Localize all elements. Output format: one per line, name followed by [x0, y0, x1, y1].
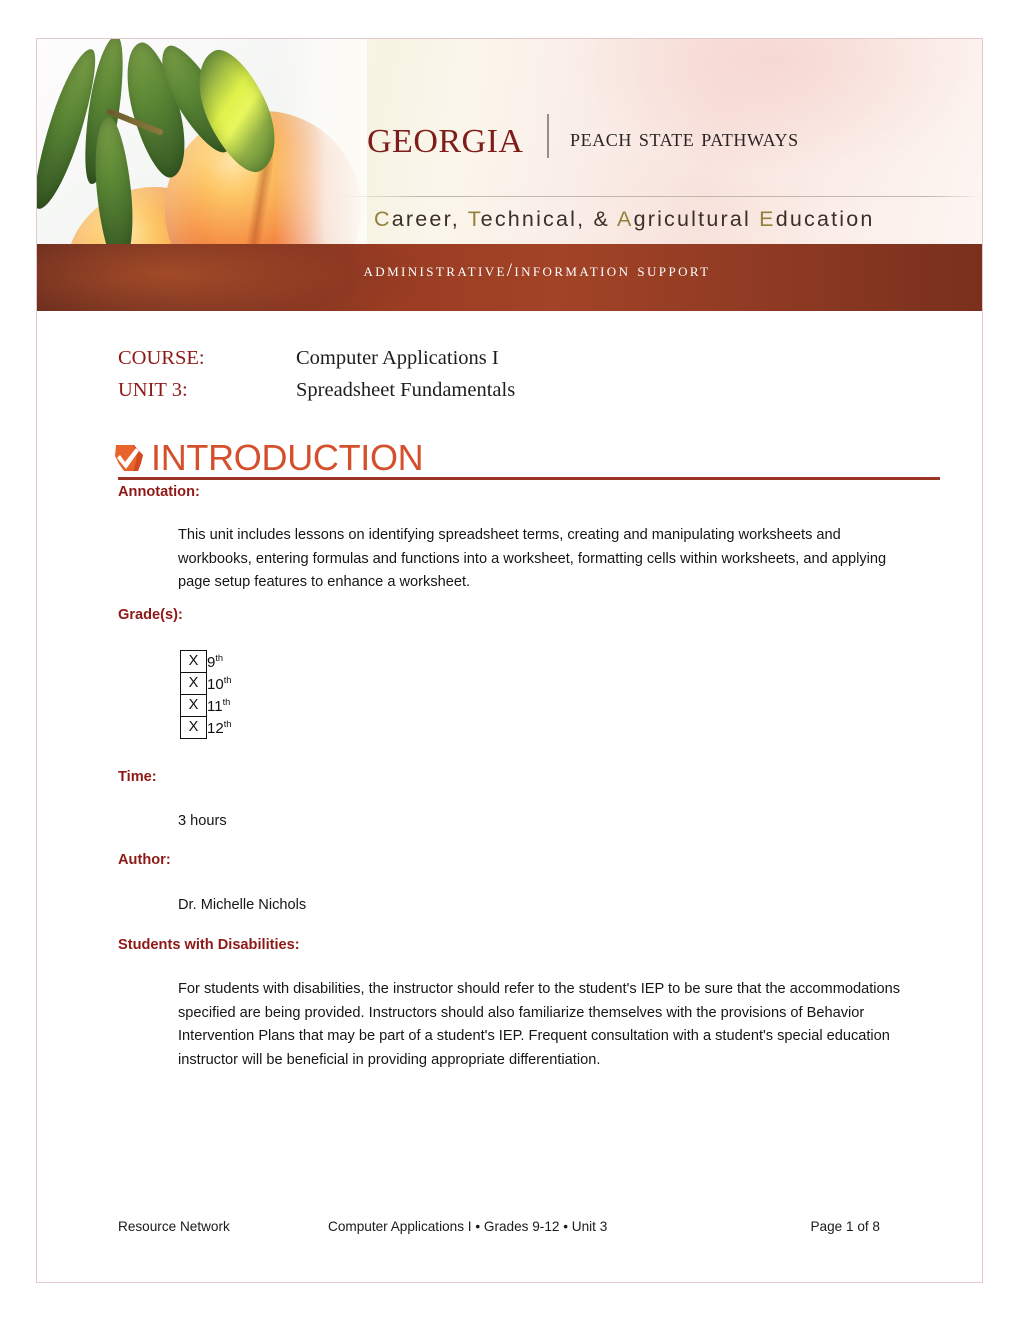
- grade-number: 10: [207, 675, 224, 693]
- grade-checkbox-10[interactable]: X: [180, 672, 207, 695]
- brand-lockup: Georgia Peach State Pathways: [367, 111, 799, 160]
- author-text: Dr. Michelle Nichols: [178, 897, 307, 913]
- grade-checkbox-12[interactable]: X: [180, 716, 207, 739]
- grade-number: 11: [207, 697, 223, 715]
- brand-divider: [547, 113, 549, 158]
- unit-label: UNIT 3:: [118, 379, 188, 402]
- students-with-disabilities-heading: Students with Disabilities:: [118, 937, 300, 953]
- time-text: 3 hours: [178, 813, 227, 829]
- document-page: Georgia Peach State Pathways Career, Tech…: [0, 0, 1020, 1320]
- section-rule: [118, 477, 940, 480]
- header-banner: Georgia Peach State Pathways Career, Tech…: [37, 39, 982, 311]
- unit-value: Spreadsheet Fundamentals: [296, 379, 516, 402]
- table-row: X 12th: [180, 716, 232, 739]
- grade-label-11: 11th: [207, 695, 232, 717]
- banner-subtitle: Career, Technical, & Agricultural Educat…: [374, 207, 875, 231]
- annotation-heading: Annotation:: [118, 484, 200, 500]
- grades-table: X 9th X 10th X 11th X 12th: [180, 650, 232, 739]
- footer-left: Resource Network: [118, 1219, 230, 1234]
- grade-label-12: 12th: [207, 717, 232, 739]
- unit-row: UNIT 3: Spreadsheet Fundamentals: [118, 374, 515, 406]
- footer-center: Computer Applications I • Grades 9-12 • …: [328, 1219, 608, 1234]
- annotation-text: This unit includes lessons on identifyin…: [178, 527, 887, 591]
- brand-wordmark: Georgia: [367, 108, 524, 163]
- grade-suffix: th: [215, 652, 224, 663]
- georgia-check-icon: [115, 445, 143, 471]
- grade-suffix: th: [223, 718, 232, 729]
- time-heading: Time:: [118, 769, 157, 785]
- table-row: X 11th: [180, 694, 232, 717]
- course-label: COURSE:: [118, 347, 205, 369]
- course-row: COURSE: Computer Applications I: [118, 342, 515, 374]
- brand-tagline: Peach State Pathways: [569, 125, 799, 152]
- section-heading: INTRODUCTION: [113, 437, 424, 478]
- footer-page-number: Page 1 of 8: [810, 1219, 880, 1234]
- course-value: Computer Applications I: [296, 347, 499, 369]
- grade-number: 12: [207, 719, 224, 737]
- grade-label-10: 10th: [207, 673, 232, 695]
- grades-heading: Grade(s):: [118, 607, 183, 623]
- author-heading: Author:: [118, 852, 171, 868]
- grade-checkbox-9[interactable]: X: [180, 650, 207, 673]
- course-info: COURSE: Computer Applications I UNIT 3: …: [118, 342, 515, 407]
- page-footer: Resource Network Computer Applications I…: [118, 1219, 880, 1234]
- grade-suffix: th: [222, 696, 231, 707]
- section-title: INTRODUCTION: [151, 437, 424, 478]
- table-row: X 10th: [180, 672, 232, 695]
- banner-hairline: [342, 196, 982, 197]
- students-with-disabilities-text: For students with disabilities, the inst…: [178, 981, 901, 1068]
- grade-suffix: th: [223, 674, 232, 685]
- grade-label-9: 9th: [207, 651, 232, 673]
- grade-checkbox-11[interactable]: X: [180, 694, 207, 717]
- pathway-title: Administrative/information Support: [363, 261, 711, 281]
- table-row: X 9th: [180, 650, 232, 673]
